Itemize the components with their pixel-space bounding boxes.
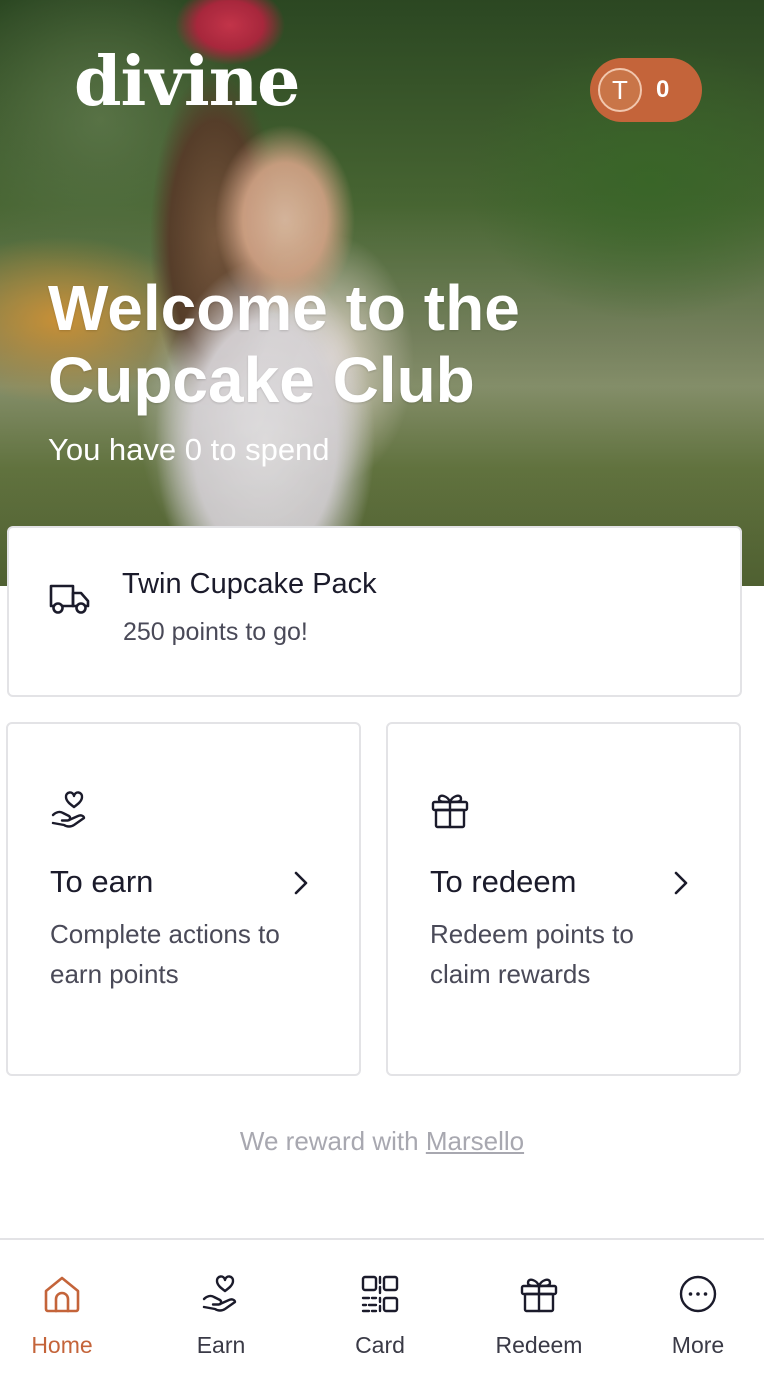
nav-more-label: More — [671, 1332, 725, 1358]
powered-by-prefix: We reward with — [239, 1126, 426, 1156]
spend-balance-text: You have 0 to spend — [48, 432, 330, 467]
next-reward-card[interactable]: Twin Cupcake Pack 250 points to go! — [7, 526, 742, 697]
to-redeem-description: Redeem points to claim rewards — [430, 919, 634, 989]
nav-home-label: Home — [31, 1332, 93, 1358]
to-redeem-card[interactable]: To redeem Redeem points to claim rewards — [386, 722, 741, 1076]
chevron-right-icon — [674, 871, 688, 895]
avatar: T — [598, 68, 642, 112]
truck-icon — [49, 584, 90, 614]
chevron-right-icon — [294, 871, 308, 895]
brand-logo[interactable]: divine — [74, 48, 300, 116]
home-icon — [44, 1276, 80, 1313]
powered-by-text: We reward with Marsello — [0, 1126, 764, 1157]
nav-card-label: Card — [355, 1332, 405, 1358]
points-balance-button[interactable]: T 0 — [590, 58, 702, 122]
hero-banner: divine T 0 Welcome to the Cupcake Club Y… — [0, 0, 764, 586]
nav-home[interactable]: Home — [0, 1240, 132, 1374]
gift-icon — [520, 1278, 558, 1313]
heart-hand-icon — [202, 1275, 237, 1312]
marsello-link[interactable]: Marsello — [426, 1126, 524, 1156]
nav-earn[interactable]: Earn — [151, 1240, 291, 1374]
nav-earn-label: Earn — [196, 1332, 246, 1358]
points-count: 0 — [656, 76, 670, 103]
nav-card[interactable]: Card — [310, 1240, 450, 1374]
bottom-nav: Home Earn Card Redeem More — [0, 1238, 764, 1374]
welcome-title: Welcome to the Cupcake Club — [48, 272, 520, 416]
reward-name: Twin Cupcake Pack — [122, 568, 377, 600]
more-icon — [679, 1275, 717, 1313]
qr-code-icon — [361, 1275, 399, 1313]
nav-more[interactable]: More — [628, 1240, 764, 1374]
nav-redeem-label: Redeem — [495, 1332, 583, 1358]
gift-icon — [431, 794, 469, 829]
to-earn-card[interactable]: To earn Complete actions to earn points — [6, 722, 361, 1076]
to-redeem-title: To redeem — [430, 864, 577, 899]
nav-redeem[interactable]: Redeem — [469, 1240, 609, 1374]
to-earn-description: Complete actions to earn points — [50, 919, 280, 989]
to-earn-title: To earn — [50, 864, 154, 899]
reward-points-to-go: 250 points to go! — [123, 618, 308, 646]
heart-hand-icon — [51, 791, 86, 828]
